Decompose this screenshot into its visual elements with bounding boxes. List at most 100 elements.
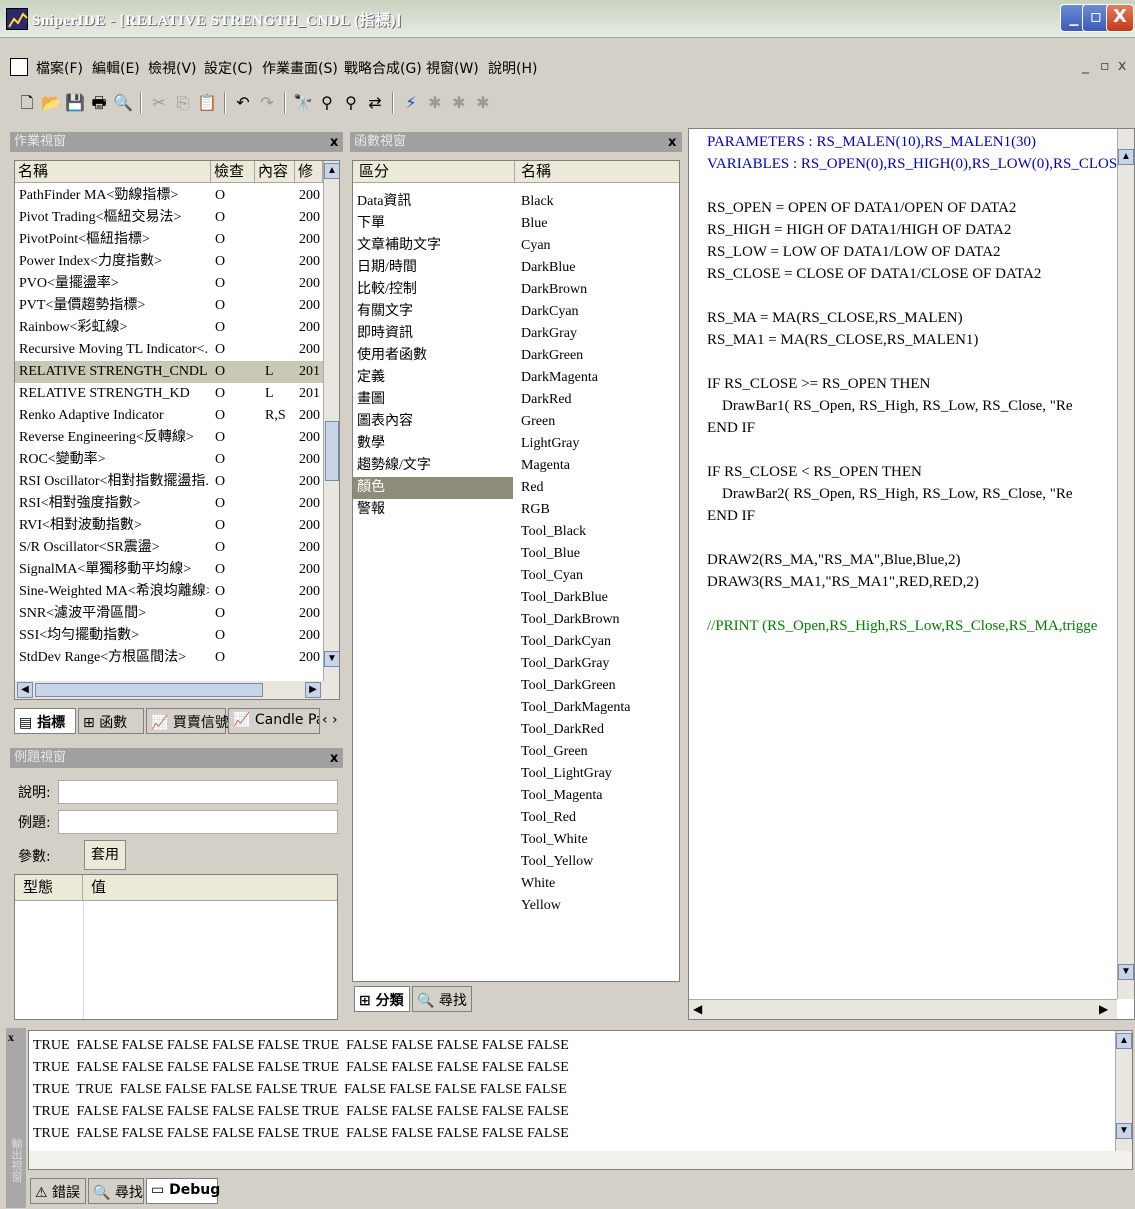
menu-edit[interactable]: 編輯(E) xyxy=(92,58,140,78)
tab-candle-patterns[interactable]: 📈 Candle Patt xyxy=(228,708,320,734)
function-item[interactable]: DarkBrown xyxy=(515,279,679,301)
category-item[interactable]: 畫圖 xyxy=(353,389,513,411)
function-item[interactable]: Tool_DarkBlue xyxy=(515,587,679,609)
table-row[interactable]: Power Index<力度指數> O 200 xyxy=(15,251,323,273)
tab-find[interactable]: 🔍 尋找 xyxy=(88,1178,144,1204)
category-item[interactable]: 文章補助文字 xyxy=(353,235,513,257)
function-item[interactable]: DarkBlue xyxy=(515,257,679,279)
compile-icon[interactable]: ⚡ xyxy=(400,92,422,114)
function-item[interactable]: Tool_Cyan xyxy=(515,565,679,587)
function-item[interactable]: Tool_DarkGray xyxy=(515,653,679,675)
table-row[interactable]: RSI<相對強度指數> O 200 xyxy=(15,493,323,515)
table-row[interactable]: RVI<相對波動指數> O 200 xyxy=(15,515,323,537)
function-item[interactable]: White xyxy=(515,873,679,895)
function-item[interactable]: Red xyxy=(515,477,679,499)
tab-category[interactable]: ⊞ 分類 xyxy=(354,986,410,1012)
tab-scroll-arrows[interactable]: ‹ › xyxy=(322,712,338,728)
function-item[interactable]: DarkGreen xyxy=(515,345,679,367)
function-item[interactable]: Green xyxy=(515,411,679,433)
scroll-down-icon[interactable]: ▼ xyxy=(324,651,339,667)
menu-workspace[interactable]: 作業畫面(S) xyxy=(262,58,338,78)
mdi-close-icon[interactable]: x xyxy=(1118,58,1126,74)
table-row[interactable]: SSI<均勻擺動指數> O 200 xyxy=(15,625,323,647)
cut-icon[interactable]: ✂ xyxy=(148,92,170,114)
output-hscroll[interactable] xyxy=(29,1151,1132,1169)
redo-icon[interactable]: ↷ xyxy=(256,92,278,114)
category-item[interactable]: 警報 xyxy=(353,499,513,521)
function-item[interactable]: Tool_White xyxy=(515,829,679,851)
print-icon[interactable]: 🖶 xyxy=(88,92,110,114)
category-item[interactable]: 使用者函數 xyxy=(353,345,513,367)
tool3-icon[interactable]: ✱ xyxy=(472,92,494,114)
tab-indicators[interactable]: ▤ 指標 xyxy=(14,708,76,734)
function-item[interactable]: Tool_DarkRed xyxy=(515,719,679,741)
function-item[interactable]: DarkMagenta xyxy=(515,367,679,389)
function-item[interactable]: RGB xyxy=(515,499,679,521)
example-field[interactable] xyxy=(58,810,338,834)
find-prev-icon[interactable]: ⚲ xyxy=(340,92,362,114)
table-row[interactable]: PathFinder MA<勁線指標> O 200 xyxy=(15,185,323,207)
desc-field[interactable] xyxy=(58,780,338,804)
apply-button[interactable]: 套用 xyxy=(84,840,126,870)
col-header-name[interactable]: 名稱 xyxy=(15,161,211,183)
category-item[interactable]: 顏色 xyxy=(353,477,513,499)
category-item[interactable]: 即時資訊 xyxy=(353,323,513,345)
table-row[interactable]: RELATIVE STRENGTH_CNDL O L 201 xyxy=(15,361,323,383)
col-header-content[interactable]: 內容 xyxy=(255,161,295,183)
copy-icon[interactable]: ⎘ xyxy=(172,92,194,114)
table-row[interactable]: Renko Adaptive Indicator O R,S 200 xyxy=(15,405,323,427)
print-preview-icon[interactable]: 🔍 xyxy=(112,92,134,114)
new-file-icon[interactable]: 🗋 xyxy=(16,92,38,114)
undo-icon[interactable]: ↶ xyxy=(232,92,254,114)
scroll-up-icon[interactable]: ▲ xyxy=(324,163,339,179)
mdi-minimize-icon[interactable]: _ xyxy=(1082,58,1089,74)
table-row[interactable]: Reverse Engineering<反轉線> O 200 xyxy=(15,427,323,449)
close-button[interactable]: X xyxy=(1106,4,1134,32)
code-vscroll[interactable]: ▲ ▼ xyxy=(1117,129,1134,999)
function-item[interactable]: Tool_Yellow xyxy=(515,851,679,873)
find-next-icon[interactable]: ⚲ xyxy=(316,92,338,114)
col-header-check[interactable]: 檢查 xyxy=(211,161,255,183)
function-item[interactable]: DarkGray xyxy=(515,323,679,345)
function-item[interactable]: Tool_LightGray xyxy=(515,763,679,785)
table-row[interactable]: Pivot Trading<樞紐交易法> O 200 xyxy=(15,207,323,229)
menu-help[interactable]: 說明(H) xyxy=(488,58,537,78)
menu-view[interactable]: 檢視(V) xyxy=(148,58,197,78)
function-item[interactable]: Tool_Black xyxy=(515,521,679,543)
tab-search[interactable]: 🔍 尋找 xyxy=(412,986,472,1012)
code-editor[interactable]: PARAMETERS : RS_MALEN(10),RS_MALEN1(30) V… xyxy=(688,128,1135,1020)
example-pane-close-icon[interactable]: x xyxy=(330,751,338,766)
table-row[interactable]: SNR<濾波平滑區間> O 200 xyxy=(15,603,323,625)
function-item[interactable]: Black xyxy=(515,191,679,213)
table-row[interactable]: RELATIVE STRENGTH_KD O L 201 xyxy=(15,383,323,405)
tab-errors[interactable]: ⚠ 錯誤 xyxy=(30,1178,86,1204)
category-item[interactable]: 比較/控制 xyxy=(353,279,513,301)
function-item[interactable]: Tool_Blue xyxy=(515,543,679,565)
function-item[interactable]: Tool_DarkCyan xyxy=(515,631,679,653)
category-item[interactable]: 下單 xyxy=(353,213,513,235)
table-row[interactable]: PVT<量價趨勢指標> O 200 xyxy=(15,295,323,317)
function-item[interactable]: Tool_Red xyxy=(515,807,679,829)
table-row[interactable]: Sine-Weighted MA<希浪均離線> O 200 xyxy=(15,581,323,603)
table-row[interactable]: PivotPoint<樞紐指標> O 200 xyxy=(15,229,323,251)
output-close-icon[interactable]: x xyxy=(8,1030,14,1045)
func-col-name[interactable]: 名稱 xyxy=(515,161,679,183)
output-vscroll[interactable]: ▲ ▼ xyxy=(1115,1031,1132,1151)
function-item[interactable]: Yellow xyxy=(515,895,679,917)
function-item[interactable]: Tool_DarkMagenta xyxy=(515,697,679,719)
output-pane[interactable]: TRUE FALSE FALSE FALSE FALSE FALSE TRUE … xyxy=(28,1030,1133,1170)
work-pane-hscroll[interactable]: ◀ ▶ xyxy=(15,681,339,699)
tab-signals[interactable]: 📈 買賣信號 xyxy=(146,708,229,734)
category-item[interactable]: 有關文字 xyxy=(353,301,513,323)
function-pane-close-icon[interactable]: x xyxy=(668,135,676,150)
function-item[interactable]: Magenta xyxy=(515,455,679,477)
function-item[interactable]: Tool_DarkBrown xyxy=(515,609,679,631)
menu-settings[interactable]: 設定(C) xyxy=(204,58,253,78)
function-item[interactable]: Cyan xyxy=(515,235,679,257)
table-row[interactable]: SignalMA<單獨移動平均線> O 200 xyxy=(15,559,323,581)
tab-functions[interactable]: ⊞ 函數 xyxy=(78,708,144,734)
category-item[interactable]: 定義 xyxy=(353,367,513,389)
category-item[interactable]: Data資訊 xyxy=(353,191,513,213)
col-header-modified[interactable]: 修 xyxy=(295,161,323,183)
open-file-icon[interactable]: 📂 xyxy=(40,92,62,114)
